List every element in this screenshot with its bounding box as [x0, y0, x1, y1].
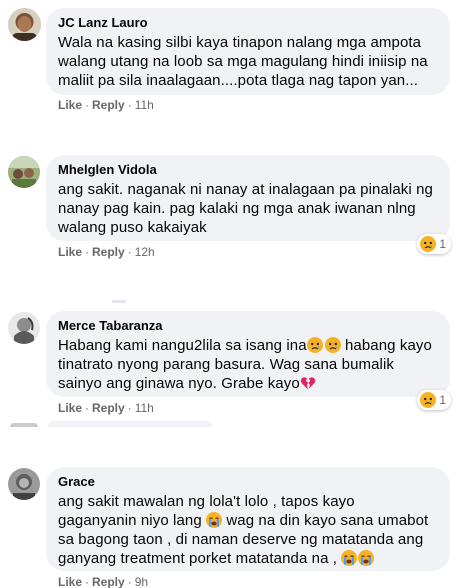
crying-emoji-icon: [206, 512, 223, 528]
sad-emoji-icon: [324, 337, 341, 353]
comment-text: Wala na kasing silbi kaya tinapon nalang…: [58, 34, 428, 89]
comment-text-line: ang sakit mawalan ng lola't lolo , tapos…: [58, 493, 355, 510]
separator: ·: [127, 98, 132, 112]
comment-author[interactable]: Grace: [58, 474, 438, 490]
sad-emoji-icon: [420, 392, 437, 408]
comment-bubble: Merce Tabaranza Habang kami nangu2lila s…: [46, 311, 450, 397]
sad-emoji-icon: [420, 236, 437, 252]
comment-text: Habang kami nangu2lila sa isang ina haba…: [58, 336, 438, 393]
crying-emoji-icon: [341, 550, 358, 566]
partial-bubble: [48, 421, 212, 427]
partial-avatar: [10, 423, 38, 427]
reaction-summary[interactable]: 1: [417, 390, 451, 410]
avatar[interactable]: [8, 312, 40, 344]
separator: ·: [127, 401, 132, 415]
comment-actions: Like · Reply · 11h: [58, 98, 154, 112]
broken-heart-icon: [300, 377, 315, 390]
reaction-summary[interactable]: 1: [417, 234, 451, 254]
like-button[interactable]: Like: [58, 245, 82, 259]
comment-author[interactable]: Merce Tabaranza: [58, 318, 438, 334]
comment-author[interactable]: Mhelglen Vidola: [58, 162, 438, 178]
comment-author[interactable]: JC Lanz Lauro: [58, 15, 438, 31]
reply-button[interactable]: Reply: [92, 245, 125, 259]
comment-text-part: Habang kami nangu2lila sa isang ina: [58, 337, 307, 354]
crying-emoji-icon: [358, 550, 375, 566]
separator: ·: [85, 575, 90, 588]
comment-timestamp[interactable]: 12h: [135, 245, 155, 259]
avatar[interactable]: [8, 156, 40, 188]
avatar[interactable]: [8, 468, 40, 500]
separator: ·: [127, 575, 132, 588]
comment-actions: Like · Reply · 11h: [58, 401, 154, 415]
like-button[interactable]: Like: [58, 575, 82, 588]
comment-text-part: habang kayo: [340, 337, 432, 354]
comment-timestamp[interactable]: 11h: [135, 401, 154, 415]
comment-timestamp[interactable]: 9h: [135, 575, 148, 588]
avatar-photo-icon: [8, 468, 40, 500]
avatar[interactable]: [8, 8, 41, 41]
comment-text-part: gaganyanin niyo lang: [58, 512, 207, 529]
comment-bubble: Grace ang sakit mawalan ng lola't lolo ,…: [46, 467, 450, 571]
separator: ·: [85, 98, 90, 112]
avatar-photo-icon: [8, 312, 40, 344]
like-button[interactable]: Like: [58, 98, 82, 112]
separator: ·: [85, 245, 90, 259]
comment-actions: Like · Reply · 12h: [58, 245, 155, 259]
comment-text: ang sakit mawalan ng lola't lolo , tapos…: [58, 492, 438, 568]
comment-text-line: tinatrato nyong parang basura. Wag sana …: [58, 356, 395, 373]
comment-bubble: JC Lanz Lauro Wala na kasing silbi kaya …: [46, 8, 450, 95]
reply-button[interactable]: Reply: [92, 98, 125, 112]
separator: ·: [127, 245, 132, 259]
comment-actions: Like · Reply · 9h: [58, 575, 148, 588]
reply-button[interactable]: Reply: [92, 575, 125, 588]
comment-timestamp[interactable]: 11h: [135, 98, 154, 112]
comment-text-line: sainyo ang ginawa nyo. Grabe kayo: [58, 375, 300, 392]
comment-bubble: Mhelglen Vidola ang sakit. naganak ni na…: [46, 155, 450, 241]
comment-text-part: wag na din kayo sana umabot: [222, 512, 429, 529]
like-button[interactable]: Like: [58, 401, 82, 415]
reply-button[interactable]: Reply: [92, 401, 125, 415]
reaction-count: 1: [439, 237, 446, 251]
faded-placeholder: [112, 300, 126, 303]
comment-text-line: ganyang treatment porket matatanda na ,: [58, 550, 342, 567]
separator: ·: [85, 401, 90, 415]
comment-text: ang sakit. naganak ni nanay at inalagaan…: [58, 181, 433, 236]
reaction-count: 1: [439, 393, 446, 407]
comment-text-line: sa bagong taon , di naman deserve ng mat…: [58, 531, 424, 548]
avatar-photo-icon: [8, 156, 40, 188]
sad-emoji-icon: [306, 337, 323, 353]
avatar-photo-icon: [8, 8, 41, 41]
